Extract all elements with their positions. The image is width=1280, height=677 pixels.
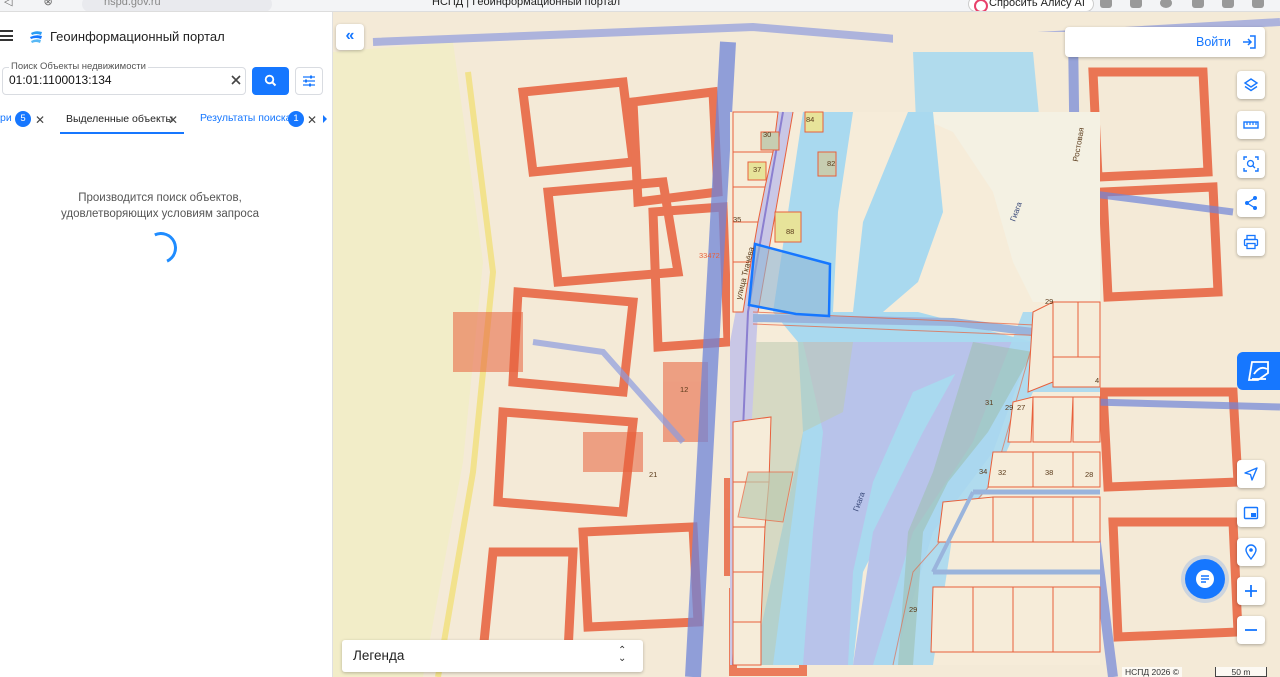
assistant-tab[interactable] [1237, 352, 1280, 390]
menu-icon[interactable] [1222, 0, 1234, 8]
tab-strip: ри 5 ✕ Выделенные объекты ✕ Результаты п… [0, 108, 333, 134]
print-icon [1243, 234, 1259, 250]
layers-button[interactable] [1237, 71, 1265, 99]
search-input[interactable] [9, 73, 219, 87]
minus-icon [1245, 629, 1257, 631]
geolocation-button[interactable] [1237, 538, 1265, 566]
print-button[interactable] [1237, 228, 1265, 256]
parcel-label: 21 [649, 470, 657, 479]
map-attribution: НСПД 2026 © [1122, 667, 1183, 677]
tab-selected-objects-label: Выделенные объекты [66, 113, 174, 125]
browser-url-bar[interactable]: nspd.gov.ru [82, 0, 272, 11]
layers-icon [1243, 78, 1259, 92]
extension-icon[interactable] [1100, 0, 1112, 8]
loading-message-line2: удовлетворяющих условиям запроса [61, 208, 259, 220]
parcel-label: 28 [1085, 470, 1093, 479]
chevrons-left-icon: « [345, 27, 355, 44]
parcel-label: 88 [786, 227, 794, 236]
parcel-label: 29 [1005, 403, 1013, 412]
geolocation-icon [1245, 544, 1257, 560]
locate-button[interactable] [1237, 460, 1265, 488]
zoom-out-button[interactable] [1237, 616, 1265, 644]
legend-dropdown[interactable]: Легенда ⌃ ⌄ [342, 640, 643, 672]
parcel-label: 82 [827, 159, 835, 168]
zoom-in-button[interactable] [1237, 577, 1265, 605]
scale-bar: 50 m [1215, 667, 1267, 677]
parcel-label: 27 [1017, 403, 1025, 412]
parcel-label: 29 [909, 605, 917, 614]
expand-collapse-icon: ⌃ ⌄ [618, 645, 627, 664]
locate-arrow-icon [1244, 467, 1258, 481]
profile-icon[interactable] [1160, 0, 1172, 8]
search-icon [264, 74, 277, 87]
more-icon[interactable]: ··· [928, 0, 939, 5]
parcel-label: 37 [753, 165, 761, 174]
side-panel: Геоинформационный портал Поиск Объекты н… [0, 12, 333, 677]
extension-icon[interactable] [1130, 0, 1142, 8]
parcel-label: 12 [680, 385, 688, 394]
search-button[interactable] [252, 67, 289, 95]
parcel-label: 30 [763, 130, 771, 139]
browser-tab-title: НСПД | Геоинформационный портал [432, 0, 621, 8]
parcel-label: 31 [985, 398, 993, 407]
tab-results-close-icon[interactable]: ✕ [307, 114, 317, 126]
parcel-label: 29 [1045, 297, 1053, 306]
tab-history-label[interactable]: ри [0, 112, 12, 124]
filter-button[interactable] [295, 67, 323, 95]
plus-icon [1245, 585, 1257, 597]
browser-toolbar: ◁ ⊗ ↻ nspd.gov.ru НСПД | Геоинформационн… [0, 0, 1280, 12]
share-icon [1245, 196, 1257, 210]
parcel-label: 38 [1045, 468, 1053, 477]
chat-icon [1196, 570, 1214, 588]
parcel-label: 4 [1095, 376, 1099, 385]
map-canvas[interactable]: 30 84 82 37 35 88 33472 29 31 29 27 34 3… [333, 12, 1280, 677]
legend-label: Легенда [353, 648, 405, 663]
download-icon[interactable] [1252, 0, 1264, 8]
loading-spinner [140, 227, 182, 269]
select-area-icon [1243, 156, 1259, 172]
parcel-label: 33472 [699, 251, 720, 260]
filter-sliders-icon [303, 75, 315, 87]
portal-title: Геоинформационный портал [50, 29, 225, 44]
hamburger-menu-icon[interactable] [0, 30, 13, 41]
collapse-panel-button[interactable]: « [336, 24, 364, 50]
search-field[interactable]: Поиск Объекты недвижимости [2, 61, 246, 95]
map-viewport[interactable]: 30 84 82 37 35 88 33472 29 31 29 27 34 3… [333, 12, 1280, 677]
extensions-icon[interactable] [1192, 0, 1204, 8]
search-field-label: Поиск Объекты недвижимости [9, 61, 148, 72]
parcel-label: 84 [806, 115, 814, 124]
tabs-scroll-right-icon[interactable] [323, 115, 327, 123]
login-label: Войти [1196, 35, 1231, 49]
ruler-button[interactable] [1237, 111, 1265, 139]
ruler-icon [1243, 121, 1259, 129]
assistant-button[interactable]: Спросить Алису AI [968, 0, 1094, 11]
share-button[interactable] [1237, 189, 1265, 217]
assistant-logo-icon [1247, 361, 1269, 381]
login-arrow-icon [1243, 35, 1256, 49]
chat-button[interactable] [1185, 559, 1225, 599]
minimap-button[interactable] [1237, 499, 1265, 527]
parcel-label: 32 [998, 468, 1006, 477]
tab-search-results[interactable]: Результаты поиска [200, 112, 292, 124]
tab-history-badge: 5 [15, 111, 31, 127]
parcel-label: 35 [733, 215, 741, 224]
tab-selected-objects[interactable]: Выделенные объекты ✕ [60, 108, 184, 134]
select-area-button[interactable] [1237, 150, 1265, 178]
tab-history-close-icon[interactable]: ✕ [35, 114, 45, 126]
loading-message-line1: Производится поиск объектов, [78, 192, 242, 204]
tab-results-badge: 1 [288, 111, 304, 127]
loading-message: Производится поиск объектов, удовлетворя… [20, 190, 300, 222]
parcel-label: 34 [979, 467, 987, 476]
login-button[interactable]: Войти [1065, 27, 1265, 57]
portal-logo-icon [30, 31, 42, 43]
minimap-icon [1243, 506, 1259, 520]
tab-selected-close-icon[interactable]: ✕ [168, 114, 178, 126]
clear-icon[interactable] [229, 73, 243, 87]
